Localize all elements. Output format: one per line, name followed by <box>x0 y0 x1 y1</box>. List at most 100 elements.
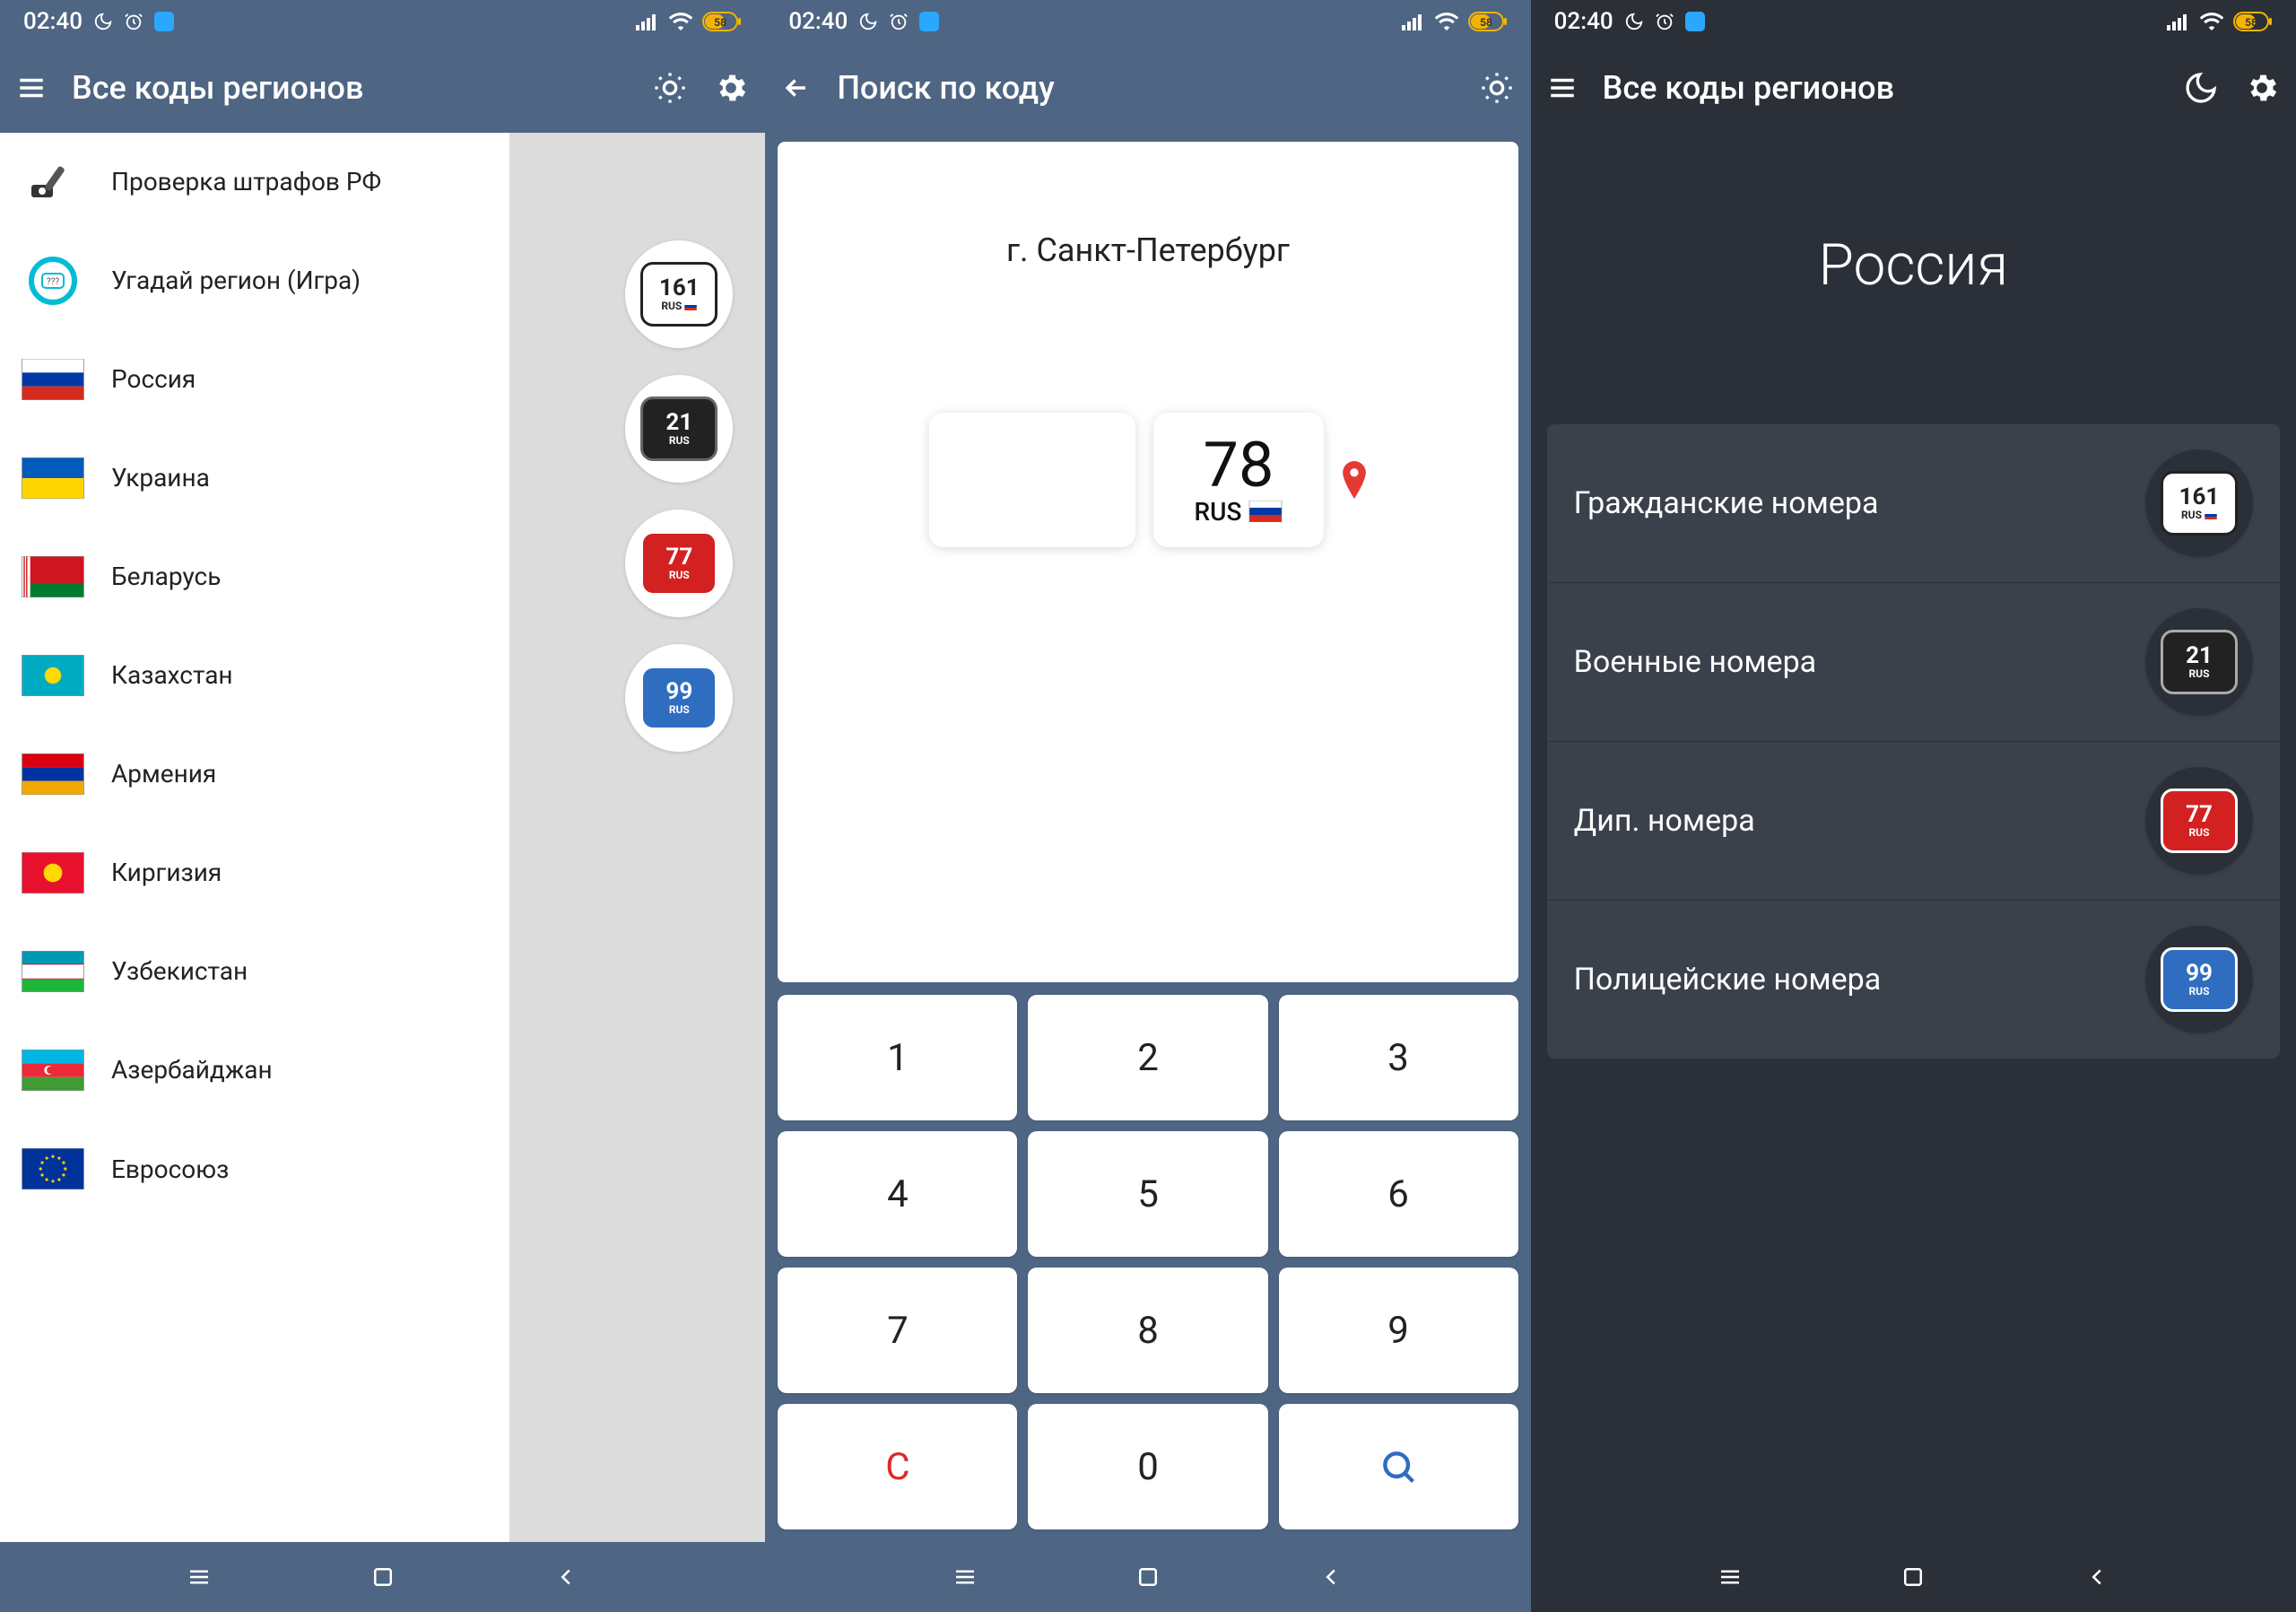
plate-left-blank <box>929 413 1135 547</box>
plate-badge[interactable]: 77 RUS <box>2145 767 2253 875</box>
result-area: г. Санкт-Петербург 78 RUS <box>778 142 1518 982</box>
home-icon[interactable] <box>1135 1564 1161 1590</box>
flag-uz-icon <box>22 951 84 992</box>
keypad-digit-button[interactable]: 8 <box>1028 1268 1267 1393</box>
home-icon[interactable] <box>1900 1564 1926 1590</box>
category-list: Гражданские номера 161 RUS Военные номер… <box>1547 424 2280 1059</box>
keypad-key-label: 6 <box>1387 1172 1409 1216</box>
drawer-item-label: Украина <box>111 463 210 492</box>
region-name: г. Санкт-Петербург <box>1006 231 1290 269</box>
status-time: 02:40 <box>788 8 848 35</box>
drawer-item-label: Беларусь <box>111 562 221 591</box>
keypad-digit-button[interactable]: 6 <box>1279 1131 1518 1257</box>
recent-apps-icon[interactable] <box>186 1564 213 1590</box>
plate-badge-number: 77 <box>2186 803 2213 826</box>
keypad-digit-button[interactable]: 0 <box>1028 1404 1267 1529</box>
panel-drawer: 02:40 58 Все коды регионов Проверка штра… <box>0 0 765 1612</box>
alarm-icon <box>889 12 909 31</box>
category-item[interactable]: Военные номера 21 RUS <box>1547 582 2280 741</box>
category-item[interactable]: Гражданские номера 161 RUS <box>1547 424 2280 582</box>
toolbar-title: Поиск по коду <box>837 69 1453 107</box>
flag-ru-mini-icon <box>2205 511 2217 519</box>
panel-search: 02:40 58 Поиск по коду г. Санкт-Петербур… <box>765 0 1530 1612</box>
category-item-label: Дип. номера <box>1574 801 1755 841</box>
flag-ru-mini-icon <box>684 302 697 310</box>
home-icon[interactable] <box>370 1564 396 1590</box>
brightness-icon[interactable] <box>652 70 688 106</box>
drawer-item-label: Евросоюз <box>111 1155 229 1184</box>
drawer-item[interactable]: Евросоюз <box>0 1120 509 1218</box>
plate-badge[interactable]: 161 RUS <box>2145 449 2253 557</box>
android-nav-bar <box>765 1542 1530 1612</box>
gear-icon[interactable] <box>713 70 749 106</box>
keypad-search-button[interactable] <box>1279 1404 1518 1529</box>
category-item[interactable]: Дип. номера 77 RUS <box>1547 741 2280 900</box>
plate-badge[interactable]: 99 RUS <box>2145 926 2253 1033</box>
brightness-icon[interactable] <box>1479 70 1515 106</box>
toolbar-title: Все коды регионов <box>1603 69 2158 107</box>
flag-kg-icon <box>22 852 84 893</box>
drawer-item[interactable]: Украина <box>0 429 509 527</box>
battery-icon: 58 <box>2233 12 2273 31</box>
keypad-digit-button[interactable]: 9 <box>1279 1268 1518 1393</box>
flag-ua-icon <box>22 457 84 499</box>
back-icon[interactable] <box>1318 1564 1344 1590</box>
plate-display: 78 RUS <box>929 413 1367 547</box>
category-item[interactable]: Полицейские номера 99 RUS <box>1547 900 2280 1059</box>
drawer-item[interactable]: Казахстан <box>0 626 509 725</box>
drawer-item[interactable]: Проверка штрафов РФ <box>0 133 509 231</box>
status-square-icon <box>154 12 174 31</box>
drawer-item[interactable]: ??? Угадай регион (Игра) <box>0 231 509 330</box>
plate-badge[interactable]: 21 RUS <box>625 375 733 483</box>
recent-apps-icon[interactable] <box>952 1564 978 1590</box>
keypad-key-label: 5 <box>1137 1172 1159 1216</box>
back-arrow-icon[interactable] <box>781 73 812 103</box>
panel-dark: 02:40 58 Все коды регионов Россия Гражда… <box>1531 0 2296 1612</box>
keypad-clear-button[interactable]: C <box>778 1404 1017 1529</box>
keypad-key-label: 7 <box>887 1309 909 1353</box>
toolbar: Все коды регионов <box>0 43 765 133</box>
plate-country-code: RUS <box>1195 497 1242 527</box>
plate-badge[interactable]: 99 RUS <box>625 644 733 752</box>
plate-badge[interactable]: 21 RUS <box>2145 608 2253 716</box>
flag-kz-icon <box>22 655 84 696</box>
keypad-digit-button[interactable]: 2 <box>1028 995 1267 1120</box>
keypad-digit-button[interactable]: 5 <box>1028 1131 1267 1257</box>
night-mode-icon[interactable] <box>2183 70 2219 106</box>
moon-icon <box>1624 12 1644 31</box>
hamburger-icon[interactable] <box>1547 73 1578 103</box>
gear-icon[interactable] <box>2244 70 2280 106</box>
back-icon[interactable] <box>2083 1564 2110 1590</box>
plate-badge-number: 99 <box>665 680 692 703</box>
back-icon[interactable] <box>552 1564 579 1590</box>
keypad-digit-button[interactable]: 3 <box>1279 995 1518 1120</box>
map-marker-icon[interactable] <box>1342 460 1367 500</box>
keypad-key-label: 8 <box>1137 1309 1159 1353</box>
plate-badge-number: 99 <box>2186 962 2213 985</box>
toolbar-title: Все коды регионов <box>72 69 627 107</box>
plate-badge[interactable]: 161 RUS <box>625 240 733 348</box>
drawer-item[interactable]: Киргизия <box>0 823 509 922</box>
hamburger-icon[interactable] <box>16 73 47 103</box>
status-bar: 02:40 58 <box>765 0 1530 43</box>
status-square-icon <box>1685 12 1705 31</box>
drawer-item[interactable]: Азербайджан <box>0 1021 509 1120</box>
recent-apps-icon[interactable] <box>1717 1564 1744 1590</box>
keypad-digit-button[interactable]: 4 <box>778 1131 1017 1257</box>
drawer-item[interactable]: Беларусь <box>0 527 509 626</box>
drawer-item-label: Азербайджан <box>111 1055 273 1085</box>
keypad-key-label: 2 <box>1137 1036 1159 1080</box>
plate-badge-sub: RUS <box>669 434 690 447</box>
drawer-item[interactable]: Армения <box>0 725 509 823</box>
plate-badge-number: 161 <box>659 276 700 300</box>
signal-icon <box>636 13 659 30</box>
drawer-item[interactable]: Узбекистан <box>0 922 509 1021</box>
flag-ru-icon <box>22 359 84 400</box>
alarm-icon <box>124 12 144 31</box>
keypad-key-label: 9 <box>1387 1309 1409 1353</box>
keypad-digit-button[interactable]: 7 <box>778 1268 1017 1393</box>
keypad-digit-button[interactable]: 1 <box>778 995 1017 1120</box>
drawer-item[interactable]: Россия <box>0 330 509 429</box>
plate-badge[interactable]: 77 RUS <box>625 510 733 617</box>
keypad-key-label: 4 <box>887 1172 909 1216</box>
